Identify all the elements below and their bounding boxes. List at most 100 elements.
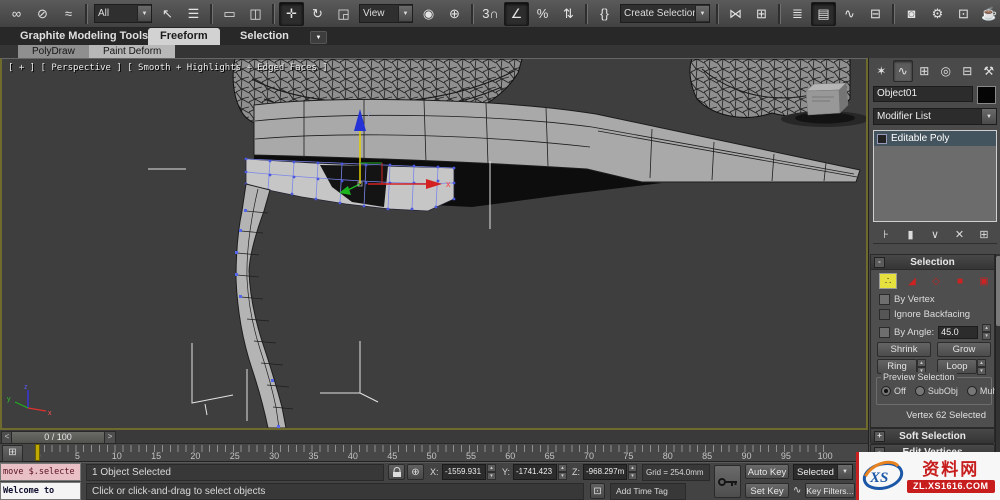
radio-icon[interactable] — [914, 386, 925, 396]
tab-create[interactable]: ✶ — [871, 60, 892, 82]
tab-freeform[interactable]: Freeform — [148, 28, 220, 45]
object-name-field[interactable]: Object01 — [873, 86, 973, 102]
radio-icon[interactable] — [881, 386, 891, 396]
select-and-scale-button[interactable]: ◲ — [331, 2, 356, 26]
perspective-viewport[interactable]: z x z x y [ + ] [ Perspective ] [ Smooth — [0, 58, 868, 430]
loop-spinner[interactable]: ▲ ▼ — [977, 359, 986, 375]
z-coordinate-field[interactable]: -968.297m — [583, 464, 627, 480]
key-filters-button[interactable]: Key Filters... — [805, 483, 855, 498]
stack-item-editable-poly[interactable]: Editable Poly — [874, 131, 996, 146]
unlink-selection-button[interactable]: ⊘ — [30, 2, 55, 26]
tab-display[interactable]: ⊟ — [957, 60, 978, 82]
expand-icon[interactable]: + — [874, 430, 885, 442]
selection-lock-toggle[interactable] — [388, 464, 405, 480]
tab-selection[interactable]: Selection — [228, 28, 301, 45]
modifier-list-dropdown[interactable]: Modifier List ▼ — [873, 108, 997, 125]
pin-stack-button[interactable]: ⊦ — [877, 228, 895, 241]
dropdown-arrow-icon[interactable]: ▼ — [837, 465, 852, 479]
next-frame-button[interactable]: > — [104, 431, 116, 444]
maxscript-listener-line[interactable]: Welcome to MAX! — [0, 482, 81, 500]
spinner-down-icon[interactable]: ▼ — [982, 332, 992, 340]
ignore-backfacing-checkbox[interactable] — [879, 309, 890, 320]
reference-coordinate-system-dropdown[interactable]: View ▼ — [359, 4, 413, 23]
collapse-icon[interactable]: - — [874, 256, 885, 268]
spinner-down-icon[interactable]: ▼ — [977, 367, 986, 375]
dropdown-arrow-icon[interactable]: ▼ — [981, 109, 996, 124]
modifier-stack[interactable]: Editable Poly — [873, 130, 997, 222]
rectangular-selection-region-button[interactable]: ▭ — [217, 2, 242, 26]
spinner-snap-toggle-button[interactable]: ⇅ — [556, 2, 581, 26]
dropdown-arrow-icon[interactable]: ▼ — [695, 6, 709, 21]
select-by-name-button[interactable]: ☰ — [181, 2, 206, 26]
grow-button[interactable]: Grow — [937, 342, 991, 357]
configure-modifier-sets-button[interactable]: ⊞ — [975, 228, 993, 241]
scrollbar-thumb[interactable] — [996, 256, 1000, 326]
key-mode-dropdown[interactable]: Selected ▼ — [793, 464, 853, 480]
by-angle-checkbox[interactable] — [879, 326, 890, 338]
panel-scrollbar[interactable] — [995, 254, 1000, 480]
percent-snap-toggle-button[interactable]: % — [530, 2, 555, 26]
render-setup-button[interactable]: ⚙ — [925, 2, 950, 26]
radio-icon[interactable] — [966, 386, 977, 396]
tab-paint-deform[interactable]: Paint Deform — [89, 45, 176, 58]
select-and-move-button[interactable]: ✛ — [279, 1, 304, 26]
by-angle-field[interactable]: 45.0 — [938, 325, 979, 339]
manage-layers-button[interactable]: ≣ — [785, 2, 810, 26]
tab-graphite-modeling-tools[interactable]: Graphite Modeling Tools — [8, 28, 160, 45]
subobject-edge-button[interactable]: ◢ — [903, 273, 921, 289]
subobject-element-button[interactable]: ▣ — [975, 273, 993, 289]
bind-to-space-warp-button[interactable]: ≈ — [56, 2, 81, 26]
schematic-view-button[interactable]: ⊟ — [863, 2, 888, 26]
show-end-result-button[interactable]: ▮ — [902, 228, 920, 241]
add-time-tag-field[interactable]: Add Time Tag — [610, 483, 686, 500]
y-coordinate-field[interactable]: -1741.423 — [513, 464, 557, 480]
dropdown-arrow-icon[interactable]: ▼ — [137, 6, 151, 21]
set-keys-button[interactable] — [714, 465, 741, 498]
select-and-rotate-button[interactable]: ↻ — [305, 2, 330, 26]
spinner-up-icon[interactable]: ▲ — [977, 359, 986, 367]
angle-snap-toggle-button[interactable]: ∠ — [504, 1, 529, 26]
snaps-toggle-button[interactable]: 3∩ — [478, 2, 503, 26]
x-spinner[interactable]: ▲ ▼ — [487, 464, 496, 480]
select-and-manipulate-button[interactable]: ⊕ — [442, 2, 467, 26]
isolate-selection-toggle[interactable]: ⊡ — [590, 483, 605, 499]
subobject-vertex-button[interactable]: ∴ — [879, 273, 897, 289]
time-slider-handle[interactable]: 0 / 100 — [11, 431, 105, 444]
scene-explorer-button[interactable]: ▤ — [811, 1, 836, 26]
use-pivot-point-center-button[interactable]: ◉ — [416, 2, 441, 26]
select-and-link-button[interactable]: ∞ — [4, 2, 29, 26]
soft-selection-rollout[interactable]: + Soft Selection — [870, 428, 995, 444]
y-spinner[interactable]: ▲ ▼ — [558, 464, 567, 480]
open-mini-curve-editor-button[interactable]: ⊞ — [2, 445, 23, 462]
tab-hierarchy[interactable]: ⊞ — [914, 60, 935, 82]
z-spinner[interactable]: ▲ ▼ — [628, 464, 637, 480]
preview-subobj-option[interactable]: SubObj — [914, 386, 958, 396]
mirror-button[interactable]: ⋈ — [723, 2, 748, 26]
spinner-up-icon[interactable]: ▲ — [917, 359, 926, 367]
subobject-polygon-button[interactable]: ■ — [951, 273, 969, 289]
named-selection-sets-dropdown[interactable]: Create Selection Se▼ — [620, 4, 710, 23]
x-coordinate-field[interactable]: -1559.931 — [442, 464, 486, 480]
rendered-frame-window-button[interactable]: ⊡ — [951, 2, 976, 26]
auto-key-button[interactable]: Auto Key — [745, 464, 789, 479]
dropdown-arrow-icon[interactable]: ▼ — [398, 6, 412, 21]
subobject-border-button[interactable]: ◇ — [927, 273, 945, 289]
set-key-button[interactable]: Set Key — [745, 483, 789, 498]
window-crossing-button[interactable]: ◫ — [243, 2, 268, 26]
preview-off-option[interactable]: Off — [881, 386, 906, 396]
default-in-out-tangents-icon[interactable]: ∿ — [793, 485, 801, 496]
tab-motion[interactable]: ◎ — [936, 60, 957, 82]
render-production-button[interactable]: ☕ — [977, 2, 1000, 26]
track-bar[interactable]: ⊞ 05101520253035404550556065707580859095… — [0, 444, 868, 462]
viewport-label[interactable]: [ + ] [ Perspective ] [ Smooth + Highlig… — [8, 63, 328, 73]
selection-filter-dropdown[interactable]: All ▼ — [94, 4, 152, 23]
curve-editor-button[interactable]: ∿ — [837, 2, 862, 26]
ribbon-minimize-button[interactable]: ▼ — [310, 31, 327, 44]
material-editor-button[interactable]: ◙ — [899, 2, 924, 26]
by-angle-spinner[interactable]: ▲ ▼ — [982, 324, 992, 340]
tab-modify[interactable]: ∿ — [892, 60, 913, 82]
make-unique-button[interactable]: ∨ — [926, 228, 944, 241]
select-object-button[interactable]: ↖ — [155, 2, 180, 26]
maxscript-listener-macro-line[interactable]: move $.selecte — [0, 463, 81, 481]
remove-modifier-button[interactable]: ✕ — [951, 228, 969, 241]
